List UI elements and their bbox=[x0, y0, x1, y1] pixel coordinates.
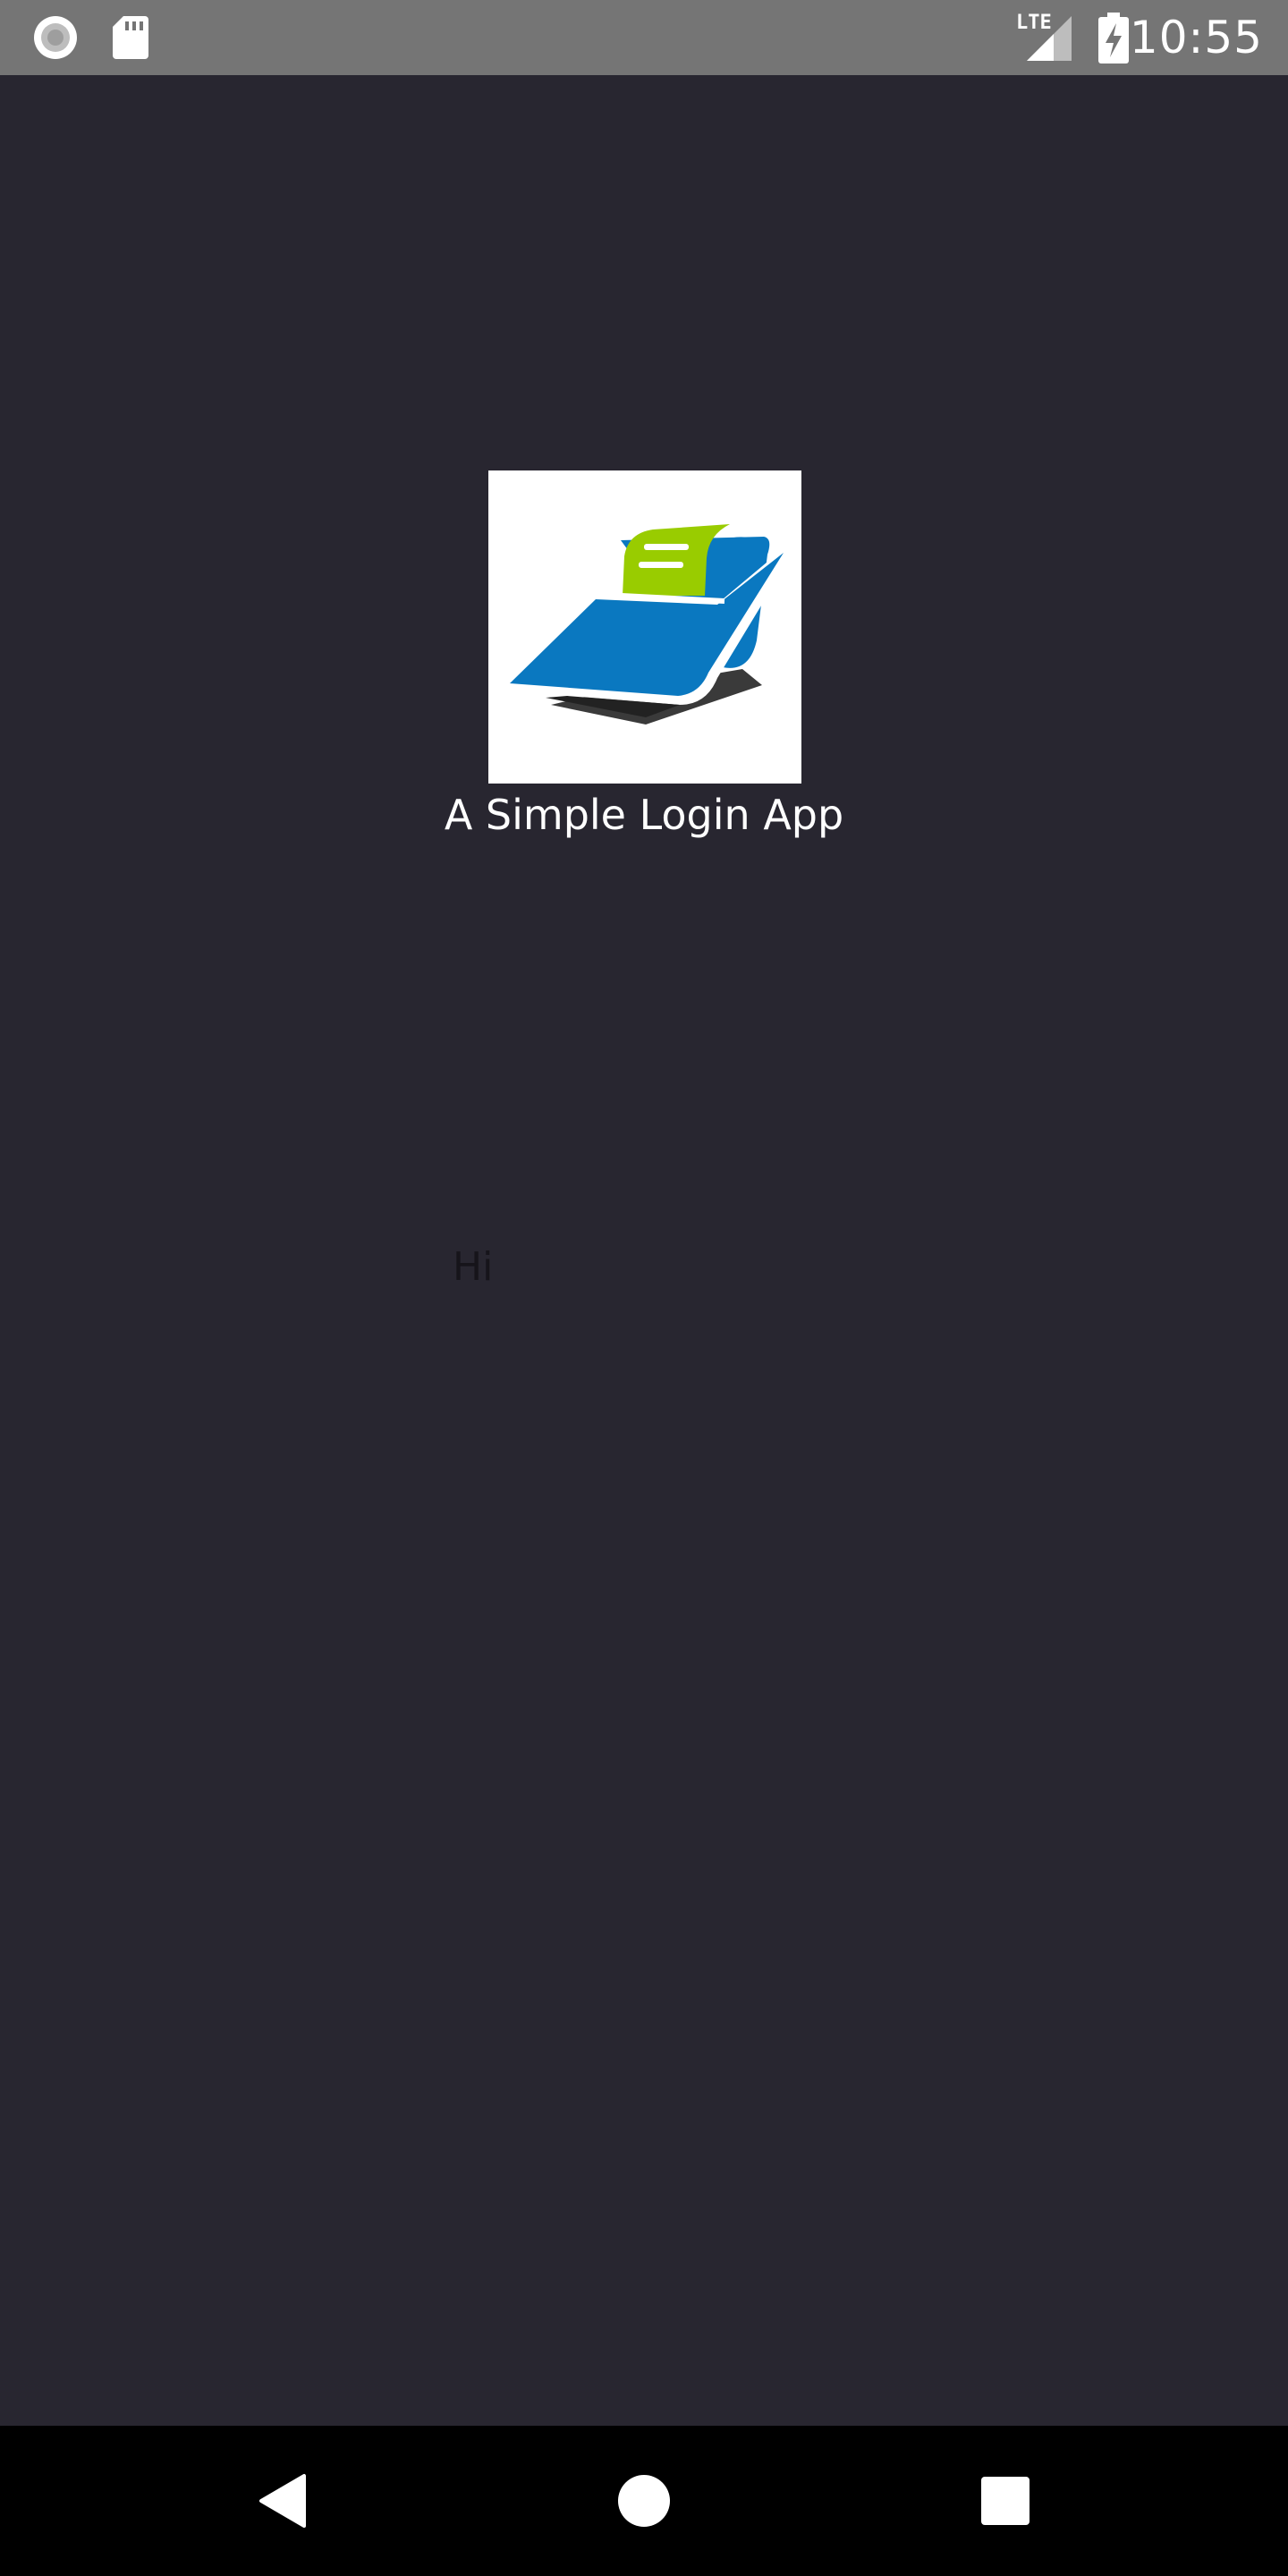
record-icon bbox=[34, 16, 77, 59]
navigation-bar bbox=[0, 2426, 1288, 2576]
greeting-text: Hi bbox=[453, 1244, 494, 1290]
login-screen: LTE 10:55 A Simple Login App Hi bbox=[0, 0, 1288, 2576]
back-button[interactable] bbox=[238, 2456, 327, 2546]
app-logo bbox=[488, 470, 801, 784]
status-bar: LTE 10:55 bbox=[0, 0, 1288, 75]
home-icon bbox=[618, 2475, 670, 2527]
back-icon bbox=[259, 2474, 306, 2528]
app-title: A Simple Login App bbox=[444, 791, 844, 839]
battery-charging-icon bbox=[1098, 13, 1129, 64]
recents-icon bbox=[981, 2477, 1030, 2525]
home-button[interactable] bbox=[599, 2456, 689, 2546]
sd-card-icon bbox=[113, 16, 148, 59]
receipt-printer-logo bbox=[496, 524, 794, 724]
status-time: 10:55 bbox=[1129, 12, 1263, 64]
network-type-label: LTE bbox=[1016, 12, 1052, 34]
recents-button[interactable] bbox=[961, 2456, 1050, 2546]
